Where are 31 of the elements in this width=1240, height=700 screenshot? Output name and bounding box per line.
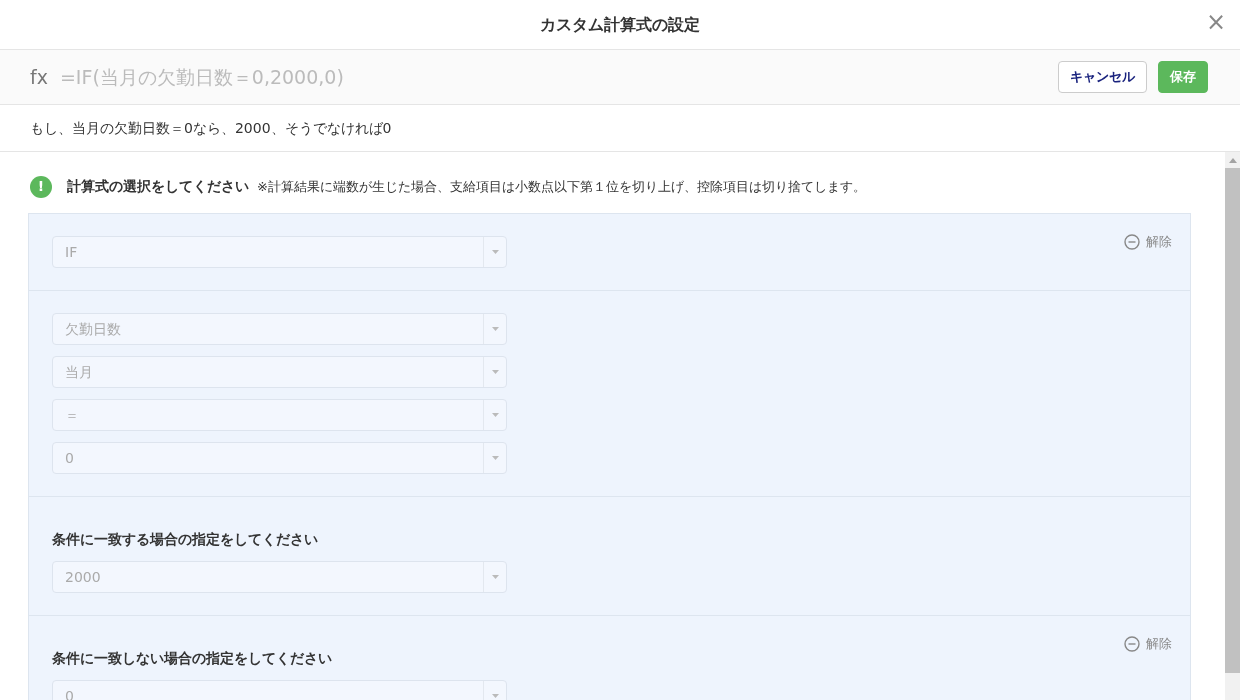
select-dropdown[interactable]: 2000 <box>52 561 507 593</box>
minus-circle-icon <box>1124 635 1140 652</box>
scroll-up-icon <box>1228 158 1237 163</box>
caret-icon <box>491 456 499 460</box>
cancel-button[interactable]: キャンセル <box>1058 61 1147 93</box>
select-dropdown[interactable]: IF <box>52 236 507 268</box>
formula-description: もし、当月の欠勤日数＝0なら、2000、そうでなければ0 <box>30 118 392 138</box>
select-dropdown[interactable]: 当月 <box>52 356 507 388</box>
caret-icon <box>491 694 499 698</box>
select-dropdown[interactable]: 0 <box>52 442 507 474</box>
caret-icon <box>491 250 499 254</box>
caret-icon <box>491 370 499 374</box>
close-button[interactable]: × <box>1205 10 1226 34</box>
remove-button[interactable]: 解除 <box>1124 232 1172 252</box>
select-dropdown[interactable]: 欠勤日数 <box>52 313 507 345</box>
remove-button[interactable]: 解除 <box>1124 634 1172 654</box>
caret-icon <box>491 327 499 331</box>
dialog-title: カスタム計算式の設定 <box>540 13 700 36</box>
formula-text: =IF(当月の欠勤日数＝0,2000,0) <box>59 64 344 90</box>
notice-title: 計算式の選択をしてください <box>67 177 249 196</box>
save-button[interactable]: 保存 <box>1158 61 1208 93</box>
notice-note: ※計算結果に端数が生じた場合、支給項目は小数点以下第１位を切り上げ、控除項目は切り捨てします。 <box>257 177 866 196</box>
section-label: 条件に一致しない場合の指定をしてください <box>52 649 333 668</box>
alert-icon: ! <box>30 175 52 198</box>
select-dropdown[interactable]: ＝ <box>52 399 507 431</box>
caret-icon <box>491 413 499 417</box>
select-dropdown[interactable]: 0 <box>52 680 507 700</box>
section-label: 条件に一致する場合の指定をしてください <box>52 530 319 549</box>
fx-label: fx <box>30 64 48 90</box>
minus-circle-icon <box>1124 233 1140 250</box>
caret-icon <box>491 575 499 579</box>
